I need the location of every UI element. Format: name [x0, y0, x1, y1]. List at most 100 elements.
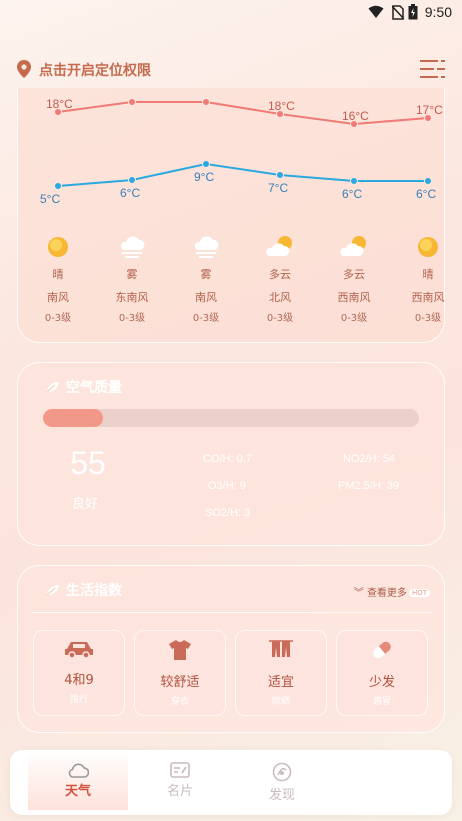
clothing-icon [169, 640, 191, 660]
high-temp-point [128, 98, 136, 106]
chevron-double-down-icon: ︾ [353, 588, 364, 599]
hot-badge: HOT [408, 589, 430, 597]
no-sim-icon [392, 5, 404, 20]
wind-direction: 东南风 [115, 291, 149, 304]
wind-level: 0-3级 [118, 313, 146, 324]
weather-condition: 晴 [52, 268, 64, 281]
aqi-value: 55 [70, 445, 106, 481]
menu-icon[interactable] [420, 58, 446, 80]
low-temp-label: 6°C [120, 186, 141, 200]
index-value: 少发 [368, 675, 395, 690]
co-reading: CO/H: 0.7 [203, 453, 252, 465]
weather-condition: 雾 [126, 268, 138, 281]
car-icon [65, 642, 93, 659]
weather-condition: 晴 [422, 268, 434, 281]
aqi-progress-bar [43, 409, 419, 427]
wifi-icon [368, 5, 384, 18]
battery-icon [408, 4, 418, 20]
tab-label: 名片 [166, 784, 193, 799]
pm25-reading: PM2.5/H: 39 [338, 480, 400, 492]
wind-direction: 南风 [47, 291, 69, 304]
tab-label: 发现 [268, 788, 295, 803]
leaf-icon [46, 585, 59, 596]
wind-direction: 西南风 [411, 291, 445, 304]
card-icon [170, 762, 190, 778]
low-temp-point [202, 160, 210, 168]
so2-reading: SO2/H: 3 [205, 507, 251, 519]
tab-discover[interactable]: 发现 [232, 750, 332, 810]
low-temp-label: 6°C [342, 187, 363, 201]
high-temp-label: 18°C [268, 99, 295, 113]
wind-direction: 北风 [269, 291, 291, 304]
wind-level: 0-3级 [44, 313, 72, 324]
fog-icon [194, 236, 219, 258]
sun-icon [48, 237, 68, 257]
drying-icon [269, 640, 293, 657]
index-name: 限行 [69, 695, 88, 705]
weather-condition: 多云 [343, 268, 365, 281]
low-temp-label: 9°C [194, 170, 215, 184]
index-tile-cold[interactable]: 少发 感冒 [336, 630, 428, 716]
no2-reading: NO2/H: 54 [343, 453, 395, 465]
wind-direction: 西南风 [337, 291, 371, 304]
forecast-day[interactable]: 多云西南风 0-3级 [319, 234, 389, 324]
low-temp-line [57, 162, 428, 187]
forecast-day[interactable]: 雾南风 0-3级 [171, 234, 241, 324]
index-value: 4和9 [64, 673, 94, 688]
life-index-card: 生活指数 ︾ 查看更多 HOT 4和9 限行 较舒适 穿衣 适宜 晾晒 少发 感冒 [17, 565, 445, 733]
temperature-chart [54, 98, 432, 190]
aqi-level: 良好 [72, 497, 99, 512]
fog-icon [120, 236, 145, 258]
high-temp-line [57, 101, 429, 126]
clock: 9:50 [424, 4, 452, 20]
wind-level: 0-3级 [340, 313, 368, 324]
index-tile-drying[interactable]: 适宜 晾晒 [235, 630, 327, 716]
see-more-link[interactable]: ︾ 查看更多 HOT [354, 584, 430, 599]
low-temp-label: 5°C [40, 192, 61, 206]
low-temp-point [350, 177, 358, 185]
forecast-day[interactable]: 晴西南风 0-3级 [393, 234, 462, 324]
weather-condition: 多云 [269, 268, 291, 281]
air-quality-card[interactable]: 空气质量 55 良好 CO/H: 0.7 NO2/H: 54 O3/H: 9 P… [17, 362, 445, 546]
status-bar: 9:50 [0, 0, 462, 26]
forecast-card: 18°C 5°C 晴南风 0-3级 6°C 雾东南风 0-3级 9°C 雾南风 0-3级 18°C 7… [17, 88, 445, 343]
air-quality-title: 空气质量 [66, 380, 122, 396]
cloud-icon [68, 763, 89, 778]
sun-icon [418, 237, 438, 257]
location-pin-icon[interactable] [17, 60, 31, 78]
wind-direction: 南风 [195, 291, 217, 304]
pill-icon [373, 641, 391, 659]
partly-cloudy-icon [340, 236, 366, 256]
index-name: 穿衣 [170, 697, 189, 707]
index-name: 感冒 [372, 697, 391, 707]
life-index-title: 生活指数 [66, 583, 122, 599]
forecast-day[interactable]: 多云北风 0-3级 [245, 234, 315, 324]
discover-icon [272, 762, 292, 782]
aqi-progress-fill [43, 409, 104, 427]
bottom-tab-bar: 天气 名片 发现 [10, 750, 452, 815]
index-tile-clothing[interactable]: 较舒适 穿衣 [134, 630, 226, 716]
low-temp-label: 7°C [268, 181, 289, 195]
index-tile-traffic[interactable]: 4和9 限行 [33, 630, 125, 716]
divider [32, 612, 432, 613]
partly-cloudy-icon [266, 236, 292, 256]
wind-level: 0-3级 [266, 313, 294, 324]
header: 点击开启定位权限 [0, 56, 462, 84]
tab-weather[interactable]: 天气 [28, 750, 128, 810]
see-more-label: 查看更多 [366, 588, 407, 599]
wind-level: 0-3级 [192, 313, 220, 324]
tab-card[interactable]: 名片 [130, 750, 230, 810]
tab-label: 天气 [64, 784, 91, 799]
leaf-icon [46, 382, 59, 393]
low-temp-label: 6°C [416, 187, 437, 201]
high-temp-point [202, 98, 210, 106]
low-temp-point [128, 176, 136, 184]
location-permission-link[interactable]: 点击开启定位权限 [39, 60, 151, 80]
forecast-day[interactable]: 晴南风 0-3级 [23, 234, 93, 324]
forecast-day[interactable]: 雾东南风 0-3级 [97, 234, 167, 324]
high-temp-label: 17°C [416, 103, 443, 117]
wind-level: 0-3级 [414, 313, 442, 324]
high-temp-label: 16°C [342, 109, 369, 123]
weather-condition: 雾 [200, 268, 212, 281]
low-temp-point [276, 171, 284, 179]
